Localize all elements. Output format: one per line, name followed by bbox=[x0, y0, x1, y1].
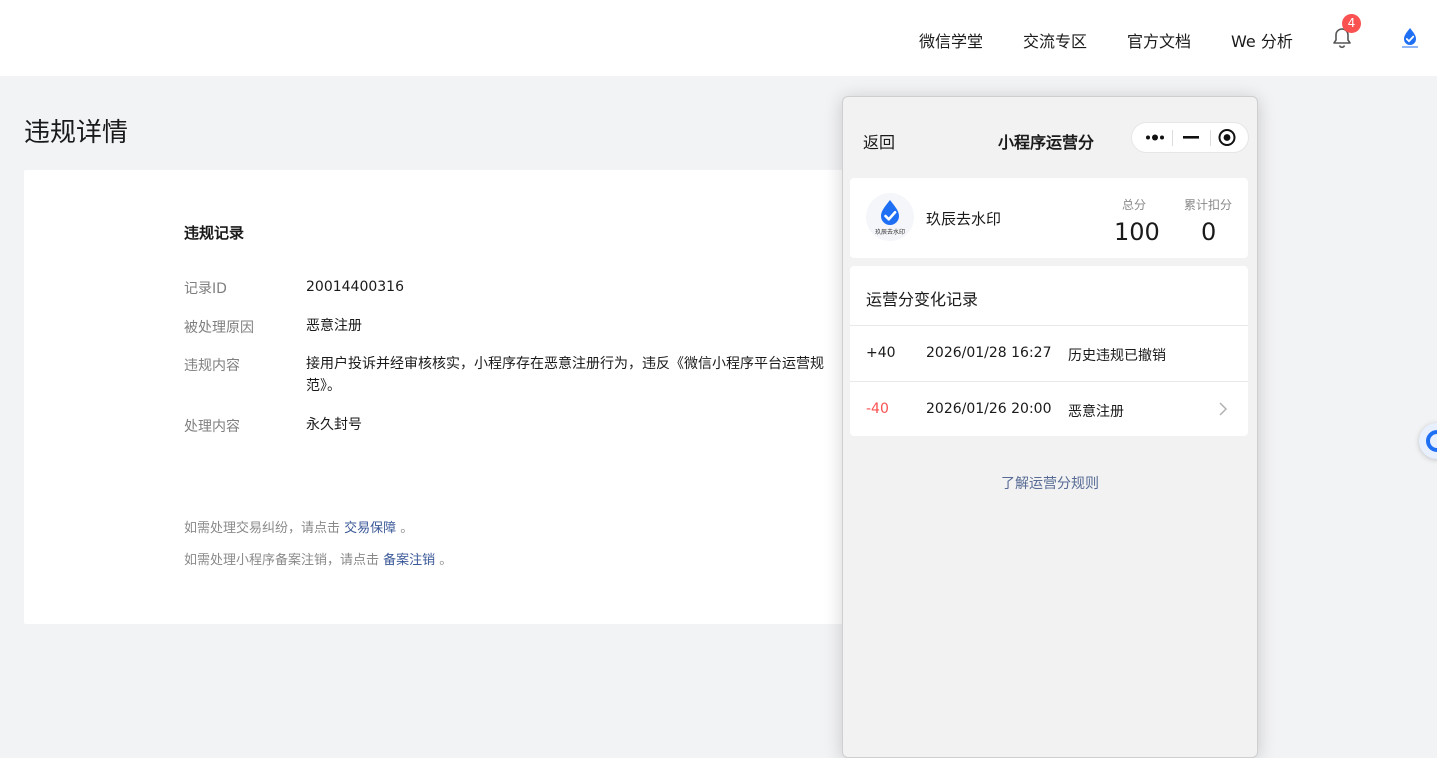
violation-content-label: 违规内容 bbox=[184, 358, 240, 374]
simulator-title: 小程序运营分 bbox=[998, 133, 1095, 152]
deducted-score-value: 0 bbox=[1201, 218, 1217, 246]
app-name: 玖辰去水印 bbox=[926, 210, 1002, 228]
total-score-value: 100 bbox=[1114, 218, 1160, 246]
mini-program-simulator: 返回 小程序运营分 玖辰去水印 玖辰去水印 总分 100 累计扣分 0 运营分变… bbox=[842, 96, 1258, 758]
score-change-records: 运营分变化记录 +40 2026/01/28 16:27 历史违规已撤销 -40… bbox=[850, 266, 1248, 436]
app-logo: 玖辰去水印 bbox=[866, 193, 914, 241]
trade-guarantee-link[interactable]: 交易保障 bbox=[344, 521, 396, 536]
record-time: 2026/01/28 16:27 bbox=[926, 345, 1052, 361]
record-time: 2026/01/26 20:00 bbox=[926, 401, 1052, 417]
filing-cancel-link[interactable]: 备案注销 bbox=[383, 553, 435, 568]
handling-value: 永久封号 bbox=[306, 417, 362, 433]
tip-suffix: 。 bbox=[396, 521, 414, 536]
trade-dispute-tip: 如需处理交易纠纷，请点击 交易保障 。 bbox=[184, 517, 413, 536]
handling-label: 处理内容 bbox=[184, 419, 240, 435]
page-title: 违规详情 bbox=[24, 118, 129, 148]
record-delta: +40 bbox=[866, 345, 896, 361]
score-rules-link[interactable]: 了解运营分规则 bbox=[843, 473, 1257, 493]
filing-cancel-tip: 如需处理小程序备案注销，请点击 备案注销 。 bbox=[184, 549, 452, 568]
violation-content-value: 接用户投诉并经审核核实，小程序存在恶意注册行为，违反《微信小程序平台运营规范》。 bbox=[306, 356, 824, 394]
floating-assistant-button[interactable] bbox=[1419, 423, 1437, 459]
record-id-label: 记录ID bbox=[184, 281, 227, 297]
more-icon[interactable] bbox=[1136, 123, 1174, 152]
notification-badge: 4 bbox=[1342, 14, 1361, 33]
app-logo-text: 玖辰去水印 bbox=[875, 228, 905, 236]
capsule-menu bbox=[1131, 122, 1249, 153]
tip-text: 如需处理交易纠纷，请点击 bbox=[184, 521, 345, 536]
assistant-icon bbox=[1426, 430, 1437, 452]
nav-link-we-analytics[interactable]: We 分析 bbox=[1231, 28, 1293, 52]
record-id-value: 20014400316 bbox=[306, 279, 404, 295]
reason-label: 被处理原因 bbox=[184, 320, 254, 336]
total-score-label: 总分 bbox=[1122, 198, 1147, 212]
tip-text: 如需处理小程序备案注销，请点击 bbox=[184, 553, 384, 568]
record-delta: -40 bbox=[866, 401, 889, 417]
minimize-icon[interactable] bbox=[1172, 123, 1210, 152]
record-row: +40 2026/01/28 16:27 历史违规已撤销 bbox=[850, 325, 1248, 381]
app-score-card: 玖辰去水印 玖辰去水印 总分 100 累计扣分 0 bbox=[850, 178, 1248, 258]
back-button[interactable]: 返回 bbox=[863, 129, 895, 153]
records-title: 运营分变化记录 bbox=[866, 290, 979, 309]
nav-link-wechat-academy[interactable]: 微信学堂 bbox=[919, 28, 983, 52]
close-target-icon[interactable] bbox=[1210, 123, 1248, 152]
account-avatar[interactable] bbox=[1398, 26, 1422, 50]
chevron-right-icon bbox=[1219, 402, 1228, 416]
record-row[interactable]: -40 2026/01/26 20:00 恶意注册 bbox=[850, 381, 1248, 437]
deducted-score-label: 累计扣分 bbox=[1184, 198, 1233, 212]
section-title: 违规记录 bbox=[184, 224, 245, 242]
reason-value: 恶意注册 bbox=[306, 318, 362, 334]
nav-link-official-docs[interactable]: 官方文档 bbox=[1127, 28, 1191, 52]
nav-link-community[interactable]: 交流专区 bbox=[1023, 28, 1087, 52]
top-navigation-bar: 微信学堂 交流专区 官方文档 We 分析 4 bbox=[0, 0, 1437, 76]
record-description: 恶意注册 bbox=[1068, 404, 1124, 420]
record-description: 历史违规已撤销 bbox=[1068, 348, 1166, 364]
tip-suffix: 。 bbox=[435, 553, 453, 568]
